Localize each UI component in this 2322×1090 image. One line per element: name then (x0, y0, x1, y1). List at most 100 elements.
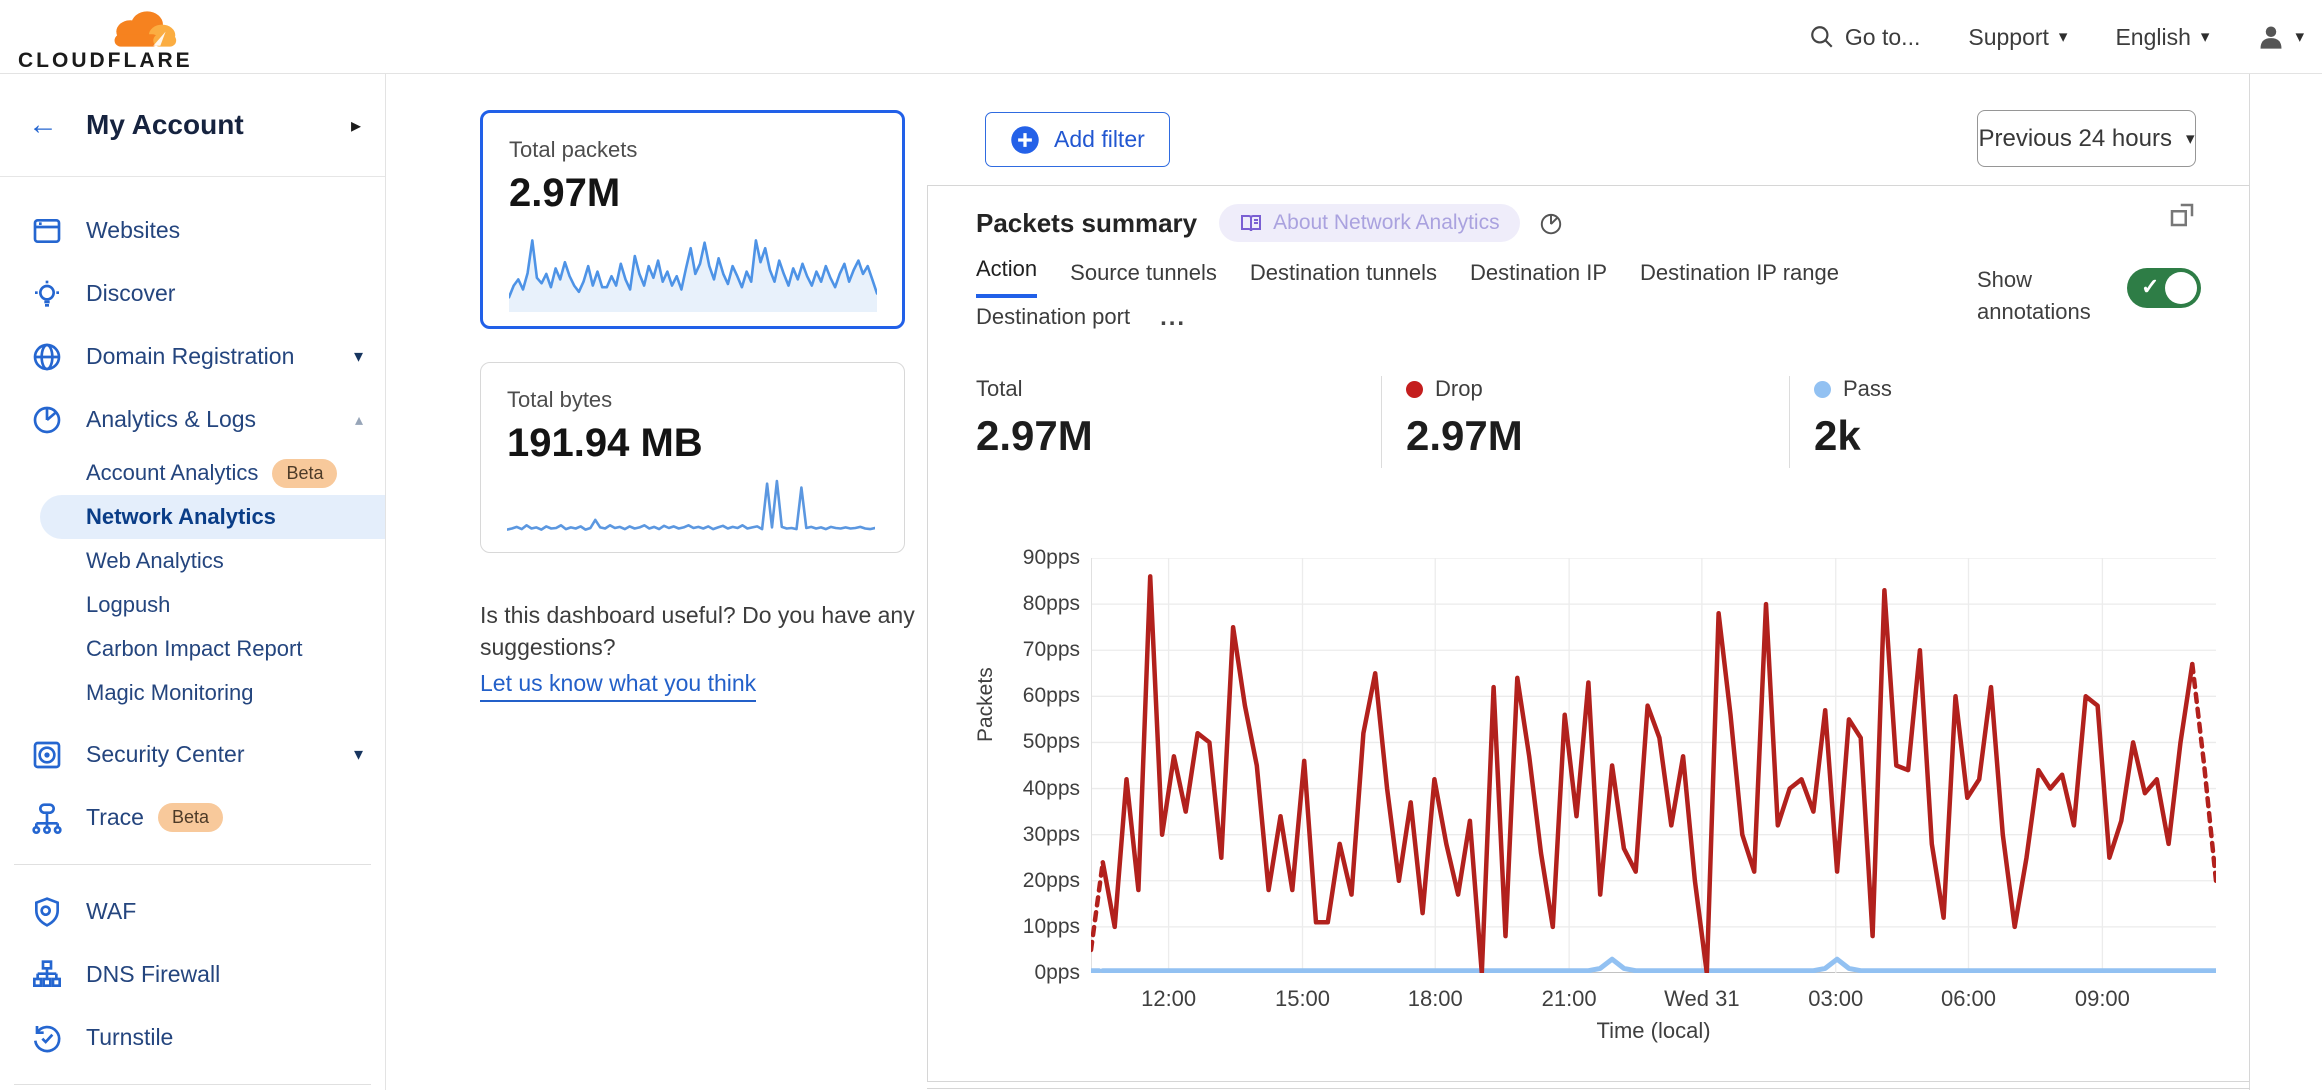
pie-info-icon[interactable] (1538, 210, 1564, 236)
stat-drop: Drop 2.97M (1382, 376, 1789, 468)
sidebar-item-trace[interactable]: Trace Beta (0, 786, 385, 849)
stat-pass-value: 2k (1814, 412, 2171, 460)
x-tick-label: 15:00 (1248, 986, 1358, 1012)
cloudflare-wordmark: CLOUDFLARE (18, 49, 193, 73)
language-menu[interactable]: English ▾ (2115, 24, 2209, 51)
sidebar-item-carbon-impact-report[interactable]: Carbon Impact Report (0, 627, 385, 671)
sidebar-item-websites[interactable]: Websites (0, 199, 385, 262)
add-filter-label: Add filter (1054, 126, 1145, 153)
drop-dot (1406, 381, 1423, 398)
vault-icon (30, 738, 64, 772)
cloudflare-logo[interactable]: CLOUDFLARE (18, 5, 188, 69)
sidebar-item-domain-registration[interactable]: Domain Registration ▾ (0, 325, 385, 388)
x-tick-label: 21:00 (1514, 986, 1624, 1012)
y-tick-label: 60pps (986, 684, 1080, 708)
total-packets-card[interactable]: Total packets 2.97M (480, 110, 905, 329)
y-tick-label: 40pps (986, 777, 1080, 801)
top-nav-bar: CLOUDFLARE Go to... Support ▾ English ▾ (0, 0, 2322, 74)
tab-destination-ip-range[interactable]: Destination IP range (1640, 260, 1839, 298)
y-tick-label: 70pps (986, 638, 1080, 662)
caret-down-icon: ▾ (2059, 27, 2068, 47)
caret-up-icon: ▴ (355, 410, 363, 430)
websites-icon (30, 214, 64, 248)
cloudflare-dashboard: CLOUDFLARE Go to... Support ▾ English ▾ (0, 0, 2322, 1090)
caret-down-icon: ▾ (2186, 129, 2195, 149)
goto-search[interactable]: Go to... (1809, 24, 1920, 51)
x-tick-label: 03:00 (1781, 986, 1891, 1012)
sidebar-item-analytics-logs[interactable]: Analytics & Logs ▴ (0, 388, 385, 451)
sidebar-item-security-center[interactable]: Security Center ▾ (0, 723, 385, 786)
total-bytes-title: Total bytes (507, 387, 878, 413)
packets-summary-panel: Packets summary About Network Analytics … (927, 185, 2250, 1082)
book-icon (1239, 211, 1263, 235)
pass-dot (1814, 381, 1831, 398)
time-range-label: Previous 24 hours (1979, 125, 2172, 153)
x-tick-label: 09:00 (2047, 986, 2157, 1012)
time-range-dropdown[interactable]: Previous 24 hours ▾ (1977, 110, 2196, 167)
x-tick-label: 18:00 (1380, 986, 1490, 1012)
x-axis-title: Time (local) (1091, 1018, 2216, 1044)
y-tick-label: 0pps (986, 961, 1080, 985)
more-tabs-button[interactable]: ... (1160, 304, 1186, 342)
tab-destination-port[interactable]: Destination port (976, 304, 1130, 342)
show-annotations-toggle[interactable]: ✓ (2127, 268, 2201, 308)
support-label: Support (1968, 24, 2049, 51)
caret-down-icon: ▾ (354, 744, 363, 765)
expand-panel-icon[interactable] (2167, 200, 2197, 230)
sidebar-item-dns-firewall[interactable]: DNS Firewall (0, 943, 385, 1006)
about-network-analytics-badge[interactable]: About Network Analytics (1219, 204, 1519, 242)
back-arrow-icon[interactable]: ← (28, 110, 58, 140)
support-menu[interactable]: Support ▾ (1968, 24, 2067, 51)
beta-badge: Beta (272, 459, 337, 488)
account-menu[interactable]: ▾ (2257, 23, 2304, 51)
sidebar-item-turnstile[interactable]: Turnstile (0, 1006, 385, 1069)
stat-total-value: 2.97M (976, 412, 1351, 460)
plus-circle-icon (1010, 125, 1040, 155)
packets-chart (1091, 558, 2216, 973)
toggle-knob (2165, 272, 2197, 304)
caret-down-icon: ▾ (2295, 27, 2304, 47)
y-tick-label: 10pps (986, 915, 1080, 939)
check-icon: ✓ (2141, 274, 2159, 300)
caret-down-icon: ▾ (2201, 27, 2210, 47)
x-axis-labels: 12:0015:0018:0021:00Wed 3103:0006:0009:0… (1091, 986, 2216, 1016)
tab-source-tunnels[interactable]: Source tunnels (1070, 260, 1217, 298)
goto-label: Go to... (1845, 24, 1920, 51)
add-filter-button[interactable]: Add filter (985, 112, 1170, 167)
show-annotations-label: Show annotations (1977, 264, 2117, 328)
sidebar-item-waf[interactable]: WAF (0, 880, 385, 943)
dns-tree-icon (30, 958, 64, 992)
sidebar-item-web-analytics[interactable]: Web Analytics (0, 539, 385, 583)
sidebar-item-discover[interactable]: Discover (0, 262, 385, 325)
feedback-link[interactable]: Let us know what you think (480, 667, 756, 701)
y-tick-label: 90pps (986, 546, 1080, 570)
sidebar-item-logpush[interactable]: Logpush (0, 583, 385, 627)
cloudflare-cloud-icon (104, 7, 192, 51)
tab-action[interactable]: Action (976, 256, 1037, 298)
tab-destination-ip[interactable]: Destination IP (1470, 260, 1607, 298)
total-bytes-card[interactable]: Total bytes 191.94 MB (480, 362, 905, 553)
stats-row: Total 2.97M Drop 2.97M Pass 2k (976, 376, 2201, 468)
metrics-column: Total packets 2.97M Total bytes 191.94 M… (480, 110, 905, 702)
caret-down-icon: ▾ (354, 346, 363, 367)
x-tick-label: 12:00 (1114, 986, 1224, 1012)
search-icon (1809, 24, 1835, 50)
pie-chart-icon (30, 403, 64, 437)
sidebar-account-header[interactable]: ← My Account ▸ (0, 74, 385, 177)
y-tick-label: 30pps (986, 823, 1080, 847)
globe-icon (30, 340, 64, 374)
sidebar-item-network-analytics[interactable]: Network Analytics (40, 495, 385, 539)
sidebar-item-account-analytics[interactable]: Account Analytics Beta (0, 451, 385, 495)
user-icon (2257, 23, 2285, 51)
x-tick-label: 06:00 (1914, 986, 2024, 1012)
account-name: My Account (86, 109, 351, 141)
tab-destination-tunnels[interactable]: Destination tunnels (1250, 260, 1437, 298)
sidebar-item-magic-monitoring[interactable]: Magic Monitoring (0, 671, 385, 715)
total-bytes-sparkline (507, 476, 878, 538)
y-tick-label: 50pps (986, 730, 1080, 754)
language-label: English (2115, 24, 2190, 51)
feedback-question: Is this dashboard useful? Do you have an… (480, 599, 920, 663)
chevron-right-icon[interactable]: ▸ (351, 113, 361, 138)
beta-badge: Beta (158, 803, 223, 832)
stat-pass: Pass 2k (1790, 376, 2201, 468)
